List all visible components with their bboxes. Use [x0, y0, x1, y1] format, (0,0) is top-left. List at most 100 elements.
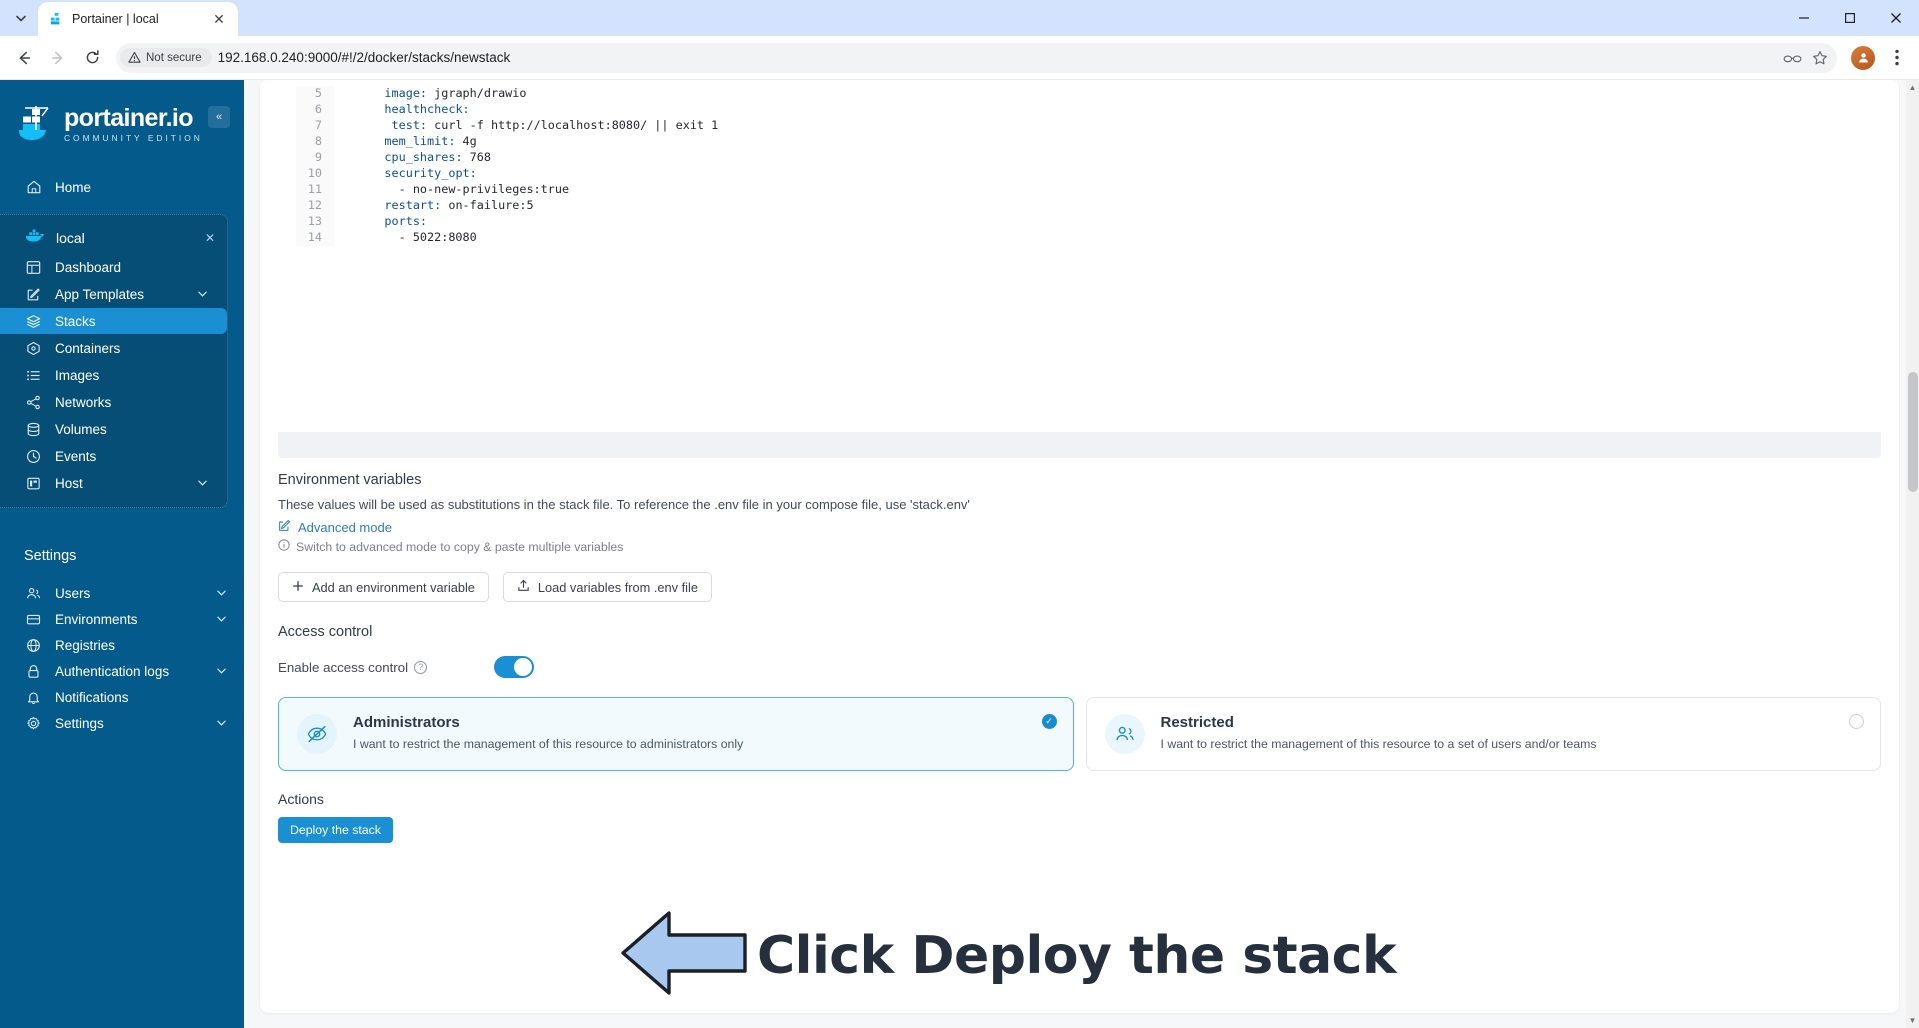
sidebar-item-label: Events [55, 448, 97, 464]
deploy-the-stack-button[interactable]: Deploy the stack [278, 817, 393, 843]
images-icon [25, 367, 42, 384]
main-content: 5 image: jgraph/drawio 6 healthcheck: 7 te… [244, 80, 1919, 1028]
sidebar-item-settings[interactable]: Settings [0, 710, 244, 736]
sidebar-environment-close-icon[interactable]: ✕ [205, 231, 215, 245]
star-icon[interactable] [1809, 47, 1831, 69]
security-status-badge[interactable]: Not secure [120, 48, 212, 67]
back-button[interactable] [8, 42, 40, 74]
minimize-button[interactable] [1781, 0, 1827, 36]
sidebar-item-events[interactable]: Events [0, 443, 227, 469]
sidebar-item-volumes[interactable]: Volumes [0, 416, 227, 442]
chevron-down-icon[interactable] [217, 718, 226, 729]
reload-button[interactable] [76, 42, 108, 74]
code-line-text: test: curl -f http://localhost:8080/ || … [391, 118, 719, 132]
sidebar-item-environments[interactable]: Environments [0, 606, 244, 632]
sidebar-item-notifications[interactable]: Notifications [0, 684, 244, 710]
browser-tab[interactable]: Portainer | local ✕ [38, 2, 238, 36]
code-line[interactable]: 7 test: curl -f http://localhost:8080/ |… [296, 118, 1881, 134]
containers-icon [25, 340, 42, 357]
code-line[interactable]: 9 cpu_shares: 768 [296, 150, 1881, 166]
forward-button[interactable] [42, 42, 74, 74]
tab-close-icon[interactable]: ✕ [210, 10, 228, 28]
info-icon [278, 539, 290, 554]
sidebar-item-containers[interactable]: Containers [0, 335, 227, 361]
avatar-icon [1858, 53, 1868, 63]
portainer-logo[interactable]: portainer.io COMMUNITY EDITION « [0, 80, 244, 144]
code-line[interactable]: 11 - no-new-privileges:true [296, 182, 1881, 198]
sidebar-item-label: Environments [55, 611, 138, 627]
chevron-down-icon[interactable] [198, 289, 207, 300]
code-line-number: 5 [296, 86, 334, 102]
access-option-text: Restricted I want to restrict the manage… [1161, 714, 1597, 751]
add-environment-variable-button[interactable]: Add an environment variable [278, 572, 489, 602]
access-option-administrators[interactable]: Administrators I want to restrict the ma… [278, 697, 1074, 771]
maximize-button[interactable] [1827, 0, 1873, 36]
chevron-down-icon[interactable] [217, 588, 226, 599]
sidebar-item-label: Networks [55, 394, 112, 410]
page-scrollbar[interactable]: ▲ ▼ [1906, 80, 1919, 1028]
sidebar-item-label: Containers [55, 340, 121, 356]
access-control-title: Access control [278, 624, 373, 640]
load-env-file-button[interactable]: Load variables from .env file [502, 572, 712, 602]
code-line-text: image: jgraph/drawio [384, 86, 527, 100]
sidebar-item-networks[interactable]: Networks [0, 389, 227, 415]
sidebar-item-registries[interactable]: Registries [0, 632, 244, 658]
sidebar-item-stacks[interactable]: Stacks [0, 308, 227, 334]
maximize-icon [1845, 13, 1856, 24]
advanced-mode-link[interactable]: Advanced mode [278, 519, 1881, 535]
scroll-up-arrow-icon[interactable]: ▲ [1908, 83, 1917, 92]
advanced-mode-label: Advanced mode [298, 519, 392, 535]
sidebar-item-app-templates[interactable]: App Templates [0, 281, 227, 307]
environments-icon [25, 611, 42, 628]
access-option-restricted[interactable]: Restricted I want to restrict the manage… [1085, 697, 1881, 771]
sidebar-item-home[interactable]: Home [0, 174, 244, 200]
upload-icon [517, 579, 530, 595]
code-line-text: restart: on-failure:5 [384, 198, 534, 212]
code-line[interactable]: 5 image: jgraph/drawio [296, 86, 1881, 102]
glasses-icon[interactable] [1781, 47, 1803, 69]
sidebar-collapse-button[interactable]: « [208, 106, 230, 128]
sidebar-item-label: Settings [55, 715, 104, 731]
env-vars-description: These values will be used as substitutio… [278, 497, 970, 512]
sidebar-item-authentication-logs[interactable]: Authentication logs [0, 658, 244, 684]
chevron-down-icon[interactable] [217, 614, 226, 625]
users-icon [25, 585, 42, 602]
close-window-button[interactable] [1873, 0, 1919, 36]
browser-menu-button[interactable] [1883, 44, 1911, 72]
code-line-text: cpu_shares: 768 [384, 150, 491, 164]
code-line-text: - 5022:8080 [356, 230, 477, 244]
code-line[interactable]: 10 security_opt: [296, 166, 1881, 182]
add-environment-variable-label: Add an environment variable [312, 579, 475, 595]
stack-editor[interactable]: 5 image: jgraph/drawio 6 healthcheck: 7 te… [278, 80, 1881, 458]
code-line[interactable]: 12 restart: on-failure:5 [296, 198, 1881, 214]
sidebar-item-dashboard[interactable]: Dashboard [0, 254, 227, 280]
code-line[interactable]: 14 - 5022:8080 [296, 230, 1881, 246]
sidebar-item-label: Home [55, 179, 92, 195]
enable-access-control-toggle[interactable] [494, 656, 534, 678]
profile-avatar[interactable] [1851, 45, 1875, 70]
scroll-down-arrow-icon[interactable]: ▼ [1908, 1016, 1917, 1025]
chevron-down-icon[interactable] [217, 666, 226, 677]
unselected-radio-icon[interactable] [1849, 714, 1864, 729]
address-bar[interactable]: Not secure 192.168.0.240:9000/#!/2/docke… [116, 42, 1837, 73]
sidebar-item-users[interactable]: Users [0, 580, 244, 606]
sidebar: portainer.io COMMUNITY EDITION « Home lo… [0, 80, 244, 1028]
sidebar-item-label: Authentication logs [55, 663, 170, 679]
portainer-whale-logo-icon [18, 104, 54, 144]
selected-check-icon[interactable]: ✓ [1041, 714, 1057, 729]
bell-icon [25, 689, 42, 706]
sidebar-environment-header[interactable]: local ✕ [0, 223, 227, 253]
sidebar-item-label: Host [55, 475, 83, 491]
code-line[interactable]: 8 mem_limit: 4g [296, 134, 1881, 150]
chevron-down-icon[interactable] [198, 478, 207, 489]
question-icon[interactable]: ? [414, 660, 428, 674]
tab-search-button[interactable] [4, 3, 38, 33]
code-line[interactable]: 13 ports: [296, 214, 1881, 230]
code-editor-lines[interactable]: 5 image: jgraph/drawio 6 healthcheck: 7 te… [296, 80, 1881, 432]
code-line[interactable]: 6 healthcheck: [296, 102, 1881, 118]
sidebar-item-images[interactable]: Images [0, 362, 227, 388]
page-scrollbar-thumb[interactable] [1908, 372, 1918, 492]
chevron-down-icon [16, 15, 26, 22]
sidebar-top-nav: Home [0, 174, 244, 200]
sidebar-item-host[interactable]: Host [0, 470, 227, 496]
